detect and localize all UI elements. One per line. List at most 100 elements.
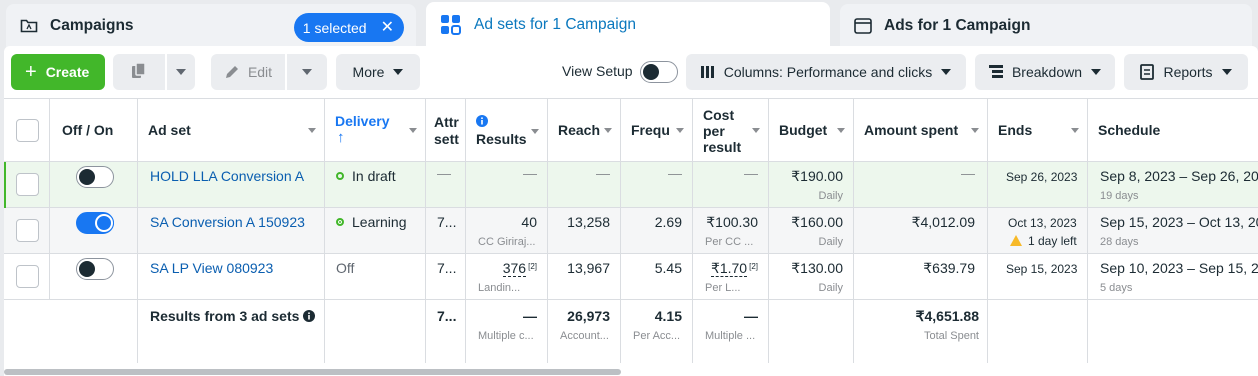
info-icon[interactable]	[303, 309, 316, 325]
row-checkbox[interactable]	[16, 173, 39, 196]
more-button[interactable]: More	[336, 54, 420, 90]
budget-type: Daily	[818, 282, 843, 294]
row-checkbox[interactable]	[16, 219, 39, 242]
adset-toggle[interactable]	[76, 258, 114, 280]
table-header: Off / On Ad set Delivery ↑ Attr sett Res…	[4, 99, 1258, 162]
adset-toggle[interactable]	[76, 166, 114, 188]
tab-adsets[interactable]: Ad sets for 1 Campaign	[426, 2, 830, 48]
duplicate-icon	[130, 61, 148, 83]
view-setup-toggle[interactable]	[640, 61, 678, 83]
totals-frequency-type: Per Acc...	[633, 330, 681, 342]
edit-dropdown-button[interactable]	[287, 54, 327, 90]
ends-date: Sep 15, 2023	[1006, 262, 1078, 276]
tab-adsets-label: Ad sets for 1 Campaign	[474, 16, 636, 33]
sort-icon	[676, 128, 684, 133]
reports-button[interactable]: Reports	[1124, 54, 1248, 90]
chevron-down-icon	[1221, 69, 1232, 75]
info-icon[interactable]	[476, 114, 488, 130]
delivery-status: Off	[336, 260, 355, 276]
header-results-label: Results	[476, 131, 527, 147]
chevron-down-icon	[1091, 69, 1102, 75]
budget-value[interactable]: ₹130.00	[791, 260, 843, 277]
tab-ads[interactable]: Ads for 1 Campaign	[840, 4, 1252, 48]
breakdown-button[interactable]: Breakdown	[975, 54, 1115, 90]
budget-value[interactable]: ₹160.00	[791, 214, 843, 231]
sort-icon	[752, 128, 760, 133]
columns-button[interactable]: Columns: Performance and clicks	[686, 54, 966, 90]
duplicate-button[interactable]	[113, 54, 165, 90]
table-row[interactable]: HOLD LLA Conversion A In draft — — — — —…	[4, 162, 1258, 208]
tab-bar: Campaigns 1 selected ✕ Ad sets for 1 Cam…	[0, 0, 1258, 48]
breakdown-label: Breakdown	[1011, 64, 1083, 80]
results-value: 40	[521, 214, 537, 230]
header-schedule[interactable]: Schedule	[1088, 99, 1258, 161]
header-results[interactable]: Results	[466, 99, 548, 161]
create-label: Create	[45, 64, 90, 80]
header-offon-label: Off / On	[62, 122, 114, 138]
header-budget[interactable]: Budget	[769, 99, 854, 161]
amount-value: ₹4,012.09	[911, 214, 975, 230]
chevron-down-icon	[302, 69, 312, 75]
ends-date: Oct 13, 2023	[1008, 216, 1077, 230]
horizontal-scrollbar[interactable]	[4, 369, 621, 375]
more-label: More	[352, 64, 385, 80]
totals-results-type: Multiple c...	[478, 330, 534, 342]
header-cost-label: Cost per result	[703, 107, 742, 155]
chevron-down-icon	[941, 69, 952, 75]
totals-frequency: 4.15	[654, 308, 682, 324]
cost-type: Per CC ...	[705, 236, 754, 248]
edit-button[interactable]: Edit	[211, 54, 285, 90]
header-cost-per-result[interactable]: Cost per result	[693, 99, 769, 161]
header-reach[interactable]: Reach	[548, 99, 621, 161]
sort-ascending-icon: ↑	[337, 129, 345, 146]
header-delivery-label: Delivery	[335, 113, 390, 129]
edit-label: Edit	[247, 64, 273, 80]
header-adset[interactable]: Ad set	[138, 99, 325, 161]
totals-attr: 7...	[437, 308, 457, 324]
sort-icon	[531, 129, 539, 134]
header-adset-label: Ad set	[148, 122, 191, 138]
table-row[interactable]: SA LP View 080923 Off 7... 376 [2] Landin…	[4, 254, 1258, 300]
budget-value[interactable]: ₹190.00	[791, 168, 843, 185]
adset-name-link[interactable]: SA LP View 080923	[150, 260, 273, 276]
chevron-down-icon	[176, 69, 186, 75]
results-type: Landin...	[478, 282, 521, 294]
toolbar: + Create Edit More View Setup Columns: P…	[4, 46, 1258, 98]
reports-label: Reports	[1163, 64, 1213, 80]
folder-icon	[20, 17, 38, 35]
header-delivery[interactable]: Delivery ↑	[325, 99, 426, 161]
adsets-panel: + Create Edit More View Setup Columns: P…	[4, 46, 1258, 376]
results-value[interactable]: 376 [2]	[502, 260, 537, 277]
sort-icon	[308, 128, 316, 133]
tab-campaigns-label: Campaigns	[50, 17, 134, 34]
cost-value[interactable]: ₹1.70 [2]	[710, 260, 758, 277]
schedule-duration: 19 days	[1100, 190, 1139, 202]
header-amount-spent[interactable]: Amount spent	[854, 99, 988, 161]
selected-pill[interactable]: 1 selected ✕	[293, 13, 404, 42]
row-checkbox[interactable]	[16, 265, 39, 288]
select-all-checkbox[interactable]	[16, 119, 39, 142]
header-frequency[interactable]: Frequ	[621, 99, 693, 161]
header-attr-label: Attr sett	[434, 114, 459, 147]
view-setup-label: View Setup	[562, 63, 633, 79]
adset-name-link[interactable]: SA Conversion A 150923	[150, 214, 305, 230]
results-value: —	[523, 165, 537, 181]
header-reach-label: Reach	[558, 122, 601, 138]
totals-amount-type: Total Spent	[923, 330, 979, 342]
create-button[interactable]: + Create	[11, 54, 105, 90]
header-attr[interactable]: Attr sett	[426, 99, 466, 161]
attr-value: —	[437, 165, 451, 181]
adset-name-link[interactable]: HOLD LLA Conversion A	[150, 168, 304, 184]
duplicate-dropdown-button[interactable]	[167, 54, 195, 90]
table-row[interactable]: SA Conversion A 150923 Learning 7... 40 …	[4, 208, 1258, 254]
header-offon[interactable]: Off / On	[50, 99, 138, 161]
reports-icon	[1140, 64, 1155, 80]
tab-campaigns[interactable]: Campaigns 1 selected ✕	[6, 4, 416, 48]
header-ends[interactable]: Ends	[988, 99, 1088, 161]
sort-icon	[837, 128, 845, 133]
adset-toggle[interactable]	[76, 212, 114, 234]
ad-window-icon	[854, 17, 872, 35]
close-icon[interactable]: ✕	[381, 19, 394, 36]
warning-icon	[1010, 235, 1022, 246]
attr-value: 7...	[437, 260, 457, 276]
